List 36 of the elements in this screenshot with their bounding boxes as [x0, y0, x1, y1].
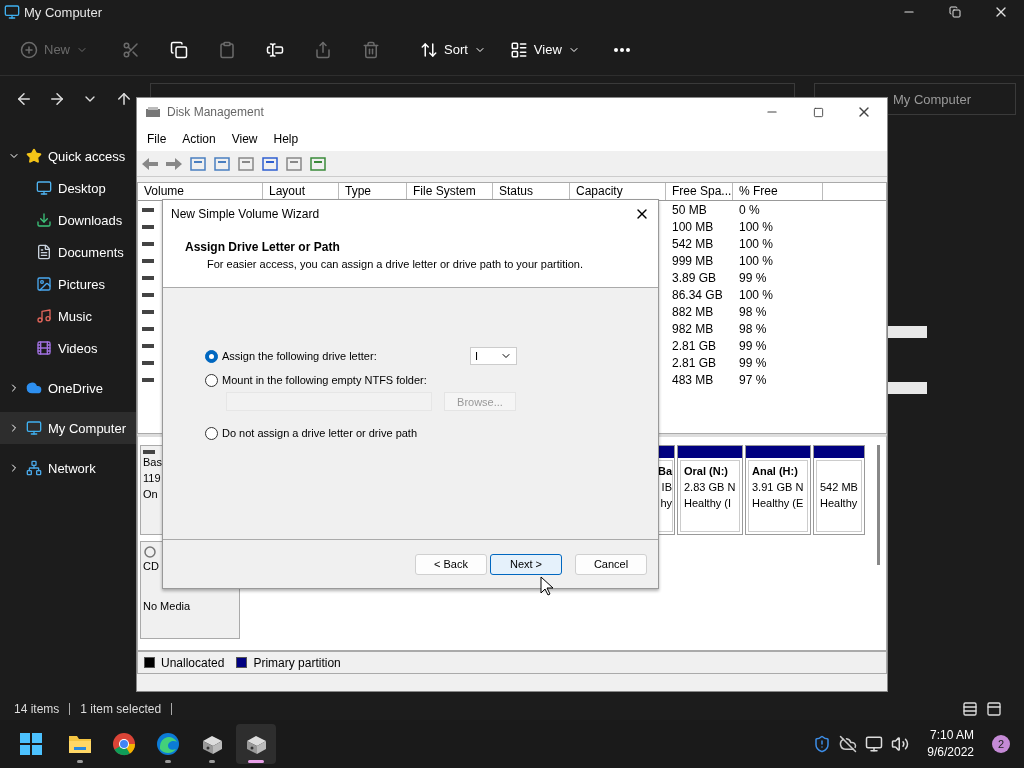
table-cell-text: 982 MB — [671, 321, 715, 336]
table-cell-text: 3.89 GB — [671, 270, 718, 285]
table-cell-text: 100 % — [738, 287, 775, 302]
disk-info-text: CD — [143, 559, 160, 574]
table-cell-text: 483 MB — [671, 372, 715, 387]
legend-label: Primary partition — [253, 655, 341, 670]
window-title: My Computer — [24, 4, 103, 20]
table-cell-text: 100 % — [738, 236, 775, 251]
wizard-heading: Assign Drive Letter or Path — [185, 240, 341, 254]
disk-info-text: Bas — [143, 455, 163, 470]
table-cell-text: 50 MB — [671, 202, 708, 217]
table-cell-text: 99 % — [738, 338, 768, 353]
table-cell-text: 97 % — [738, 372, 768, 387]
disk-info-text: 119 — [143, 471, 162, 486]
table-cell-text: 98 % — [738, 321, 768, 336]
table-cell-text: 0 % — [738, 202, 761, 217]
disk-info-text: On — [143, 487, 159, 502]
table-cell-text: 98 % — [738, 304, 768, 319]
dialog-title: New Simple Volume Wizard — [171, 207, 320, 221]
status-text: 1 item selected — [80, 702, 162, 716]
table-cell-text: 2.81 GB — [671, 355, 718, 370]
table-cell-text: 99 % — [738, 355, 768, 370]
table-cell-text: 882 MB — [671, 304, 715, 319]
table-cell-text: 100 % — [738, 253, 775, 268]
table-cell-text: 2.81 GB — [671, 338, 718, 353]
table-cell-text: 100 MB — [671, 219, 715, 234]
window-title: Disk Management — [167, 105, 264, 119]
table-cell-text: 542 MB — [671, 236, 715, 251]
status-text: 14 items — [14, 702, 60, 716]
table-cell-text: 999 MB — [671, 253, 715, 268]
legend-label: Unallocated — [161, 655, 225, 670]
disk-info-text: No Media — [143, 599, 192, 614]
table-cell-text: 100 % — [738, 219, 775, 234]
table-cell-text: 86.34 GB — [671, 287, 724, 302]
wizard-subheading: For easier access, you can assign a drive letter or drive path to your partition. — [207, 258, 584, 270]
table-cell-text: 99 % — [738, 270, 768, 285]
